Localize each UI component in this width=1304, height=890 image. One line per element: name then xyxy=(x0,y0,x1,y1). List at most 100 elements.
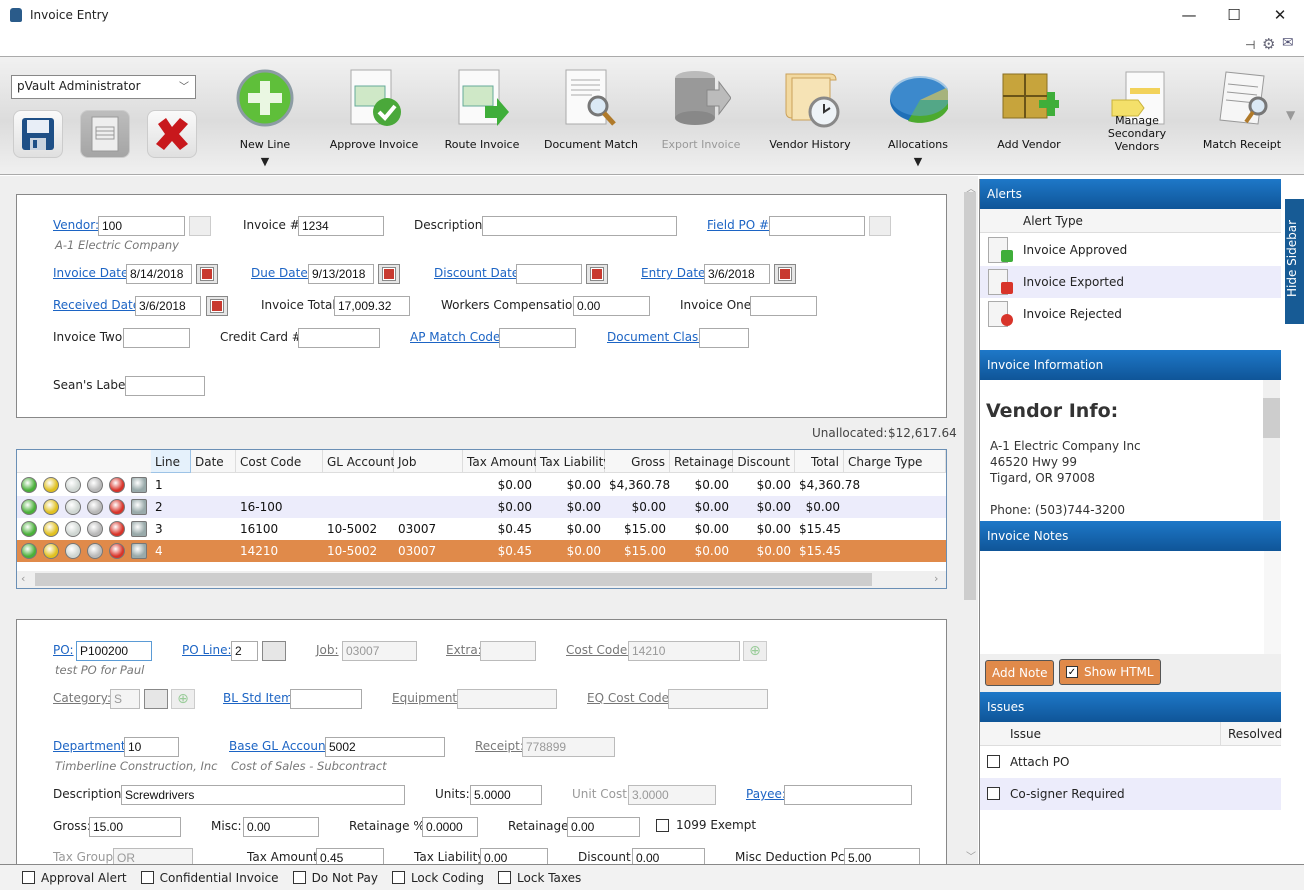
job-input[interactable] xyxy=(342,641,417,661)
add-vendor-button[interactable]: Add Vendor xyxy=(979,62,1079,172)
swap-line-icon[interactable] xyxy=(65,543,81,559)
table-row[interactable]: 4 14210 10-5002 03007 $0.45 $0.00 $15.00 $0.00 $… xyxy=(17,540,946,562)
po-line-input[interactable] xyxy=(231,641,258,661)
calc-help-icon[interactable] xyxy=(131,477,147,493)
cost-code-input[interactable] xyxy=(628,641,740,661)
grid-header-disc[interactable]: Discount xyxy=(733,450,795,473)
user-select[interactable]: pVault Administrator ﹀ xyxy=(11,75,196,99)
misc-input[interactable] xyxy=(243,817,319,837)
discount-date-input[interactable] xyxy=(516,264,582,284)
split-line-icon[interactable] xyxy=(43,543,59,559)
extra-link[interactable]: Extra: xyxy=(446,643,482,657)
grid-header-liab[interactable]: Tax Liability xyxy=(536,450,610,473)
main-vertical-scrollbar[interactable]: ︿ ﹀ xyxy=(962,180,978,864)
option-checkbox[interactable] xyxy=(22,871,35,884)
add-note-button[interactable]: Add Note xyxy=(985,660,1055,686)
issue-checkbox[interactable] xyxy=(987,755,1000,768)
grid-header-gross[interactable]: Gross xyxy=(605,450,670,473)
equipment-link[interactable]: Equipment: xyxy=(392,691,461,705)
scroll-down-icon[interactable]: ﹀ xyxy=(966,848,976,863)
seans-label-input[interactable] xyxy=(125,376,205,396)
split-line-icon[interactable] xyxy=(43,477,59,493)
grid-header-tax[interactable]: Tax Amount xyxy=(463,450,538,473)
scroll-thumb[interactable] xyxy=(964,192,976,600)
allocations-button[interactable]: Allocations ▼ xyxy=(868,62,968,172)
option-checkbox[interactable] xyxy=(391,871,405,884)
grid-header-gl[interactable]: GL Account xyxy=(323,450,395,473)
received-date-input[interactable] xyxy=(135,296,201,316)
add-line-icon[interactable] xyxy=(21,521,37,537)
minimize-button[interactable]: — xyxy=(1171,4,1207,26)
issue-row[interactable]: Attach PO xyxy=(980,746,1281,778)
unit-cost-input[interactable] xyxy=(628,785,716,805)
new-line-button[interactable]: New Line ▼ xyxy=(215,62,315,172)
add-line-icon[interactable] xyxy=(21,543,37,559)
swap-line-icon[interactable] xyxy=(65,477,81,493)
grid-header-cost_code[interactable]: Cost Code xyxy=(236,450,323,473)
bl-std-item-input[interactable] xyxy=(290,689,362,709)
mail-alert-icon[interactable]: ✉ xyxy=(1282,35,1294,51)
option-checkbox[interactable] xyxy=(140,871,154,884)
grid-header-job[interactable]: Job xyxy=(394,450,463,473)
delete-line-icon[interactable] xyxy=(109,521,125,537)
po-link[interactable]: PO: xyxy=(53,643,74,657)
scroll-thumb[interactable] xyxy=(1263,398,1280,438)
manage-secondary-vendors-button[interactable]: Manage Secondary Vendors xyxy=(1087,62,1187,172)
invoice-number-input[interactable] xyxy=(298,216,384,236)
ribbon-scroll-down-icon[interactable]: ▼ xyxy=(1286,108,1295,122)
grid-header-charge[interactable]: Charge Type xyxy=(844,450,946,473)
payee-link[interactable]: Payee: xyxy=(746,787,786,801)
entry-date-link[interactable]: Entry Date: xyxy=(641,266,709,280)
po-line-lookup-icon[interactable] xyxy=(262,641,286,661)
receipt-link[interactable]: Receipt: xyxy=(475,739,524,753)
entry-date-input[interactable] xyxy=(704,264,770,284)
retainage-pct-input[interactable] xyxy=(422,817,478,837)
po-input[interactable] xyxy=(76,641,152,661)
po-line-link[interactable]: PO Line: xyxy=(182,643,232,657)
option-checkbox[interactable] xyxy=(292,871,306,884)
add-line-icon[interactable] xyxy=(21,477,37,493)
due-date-input[interactable] xyxy=(308,264,374,284)
job-link[interactable]: Job: xyxy=(316,643,339,657)
alert-item[interactable]: Invoice Rejected xyxy=(980,298,1281,330)
add-cost-code-icon[interactable]: ⊕ xyxy=(743,641,767,661)
table-row[interactable]: 3 16100 10-5002 03007 $0.45 $0.00 $15.00 $0.00 $… xyxy=(17,518,946,540)
dollar-icon[interactable] xyxy=(87,477,103,493)
vendor-input[interactable] xyxy=(98,216,185,236)
delete-invoice-button[interactable] xyxy=(147,110,197,158)
line-discount-input[interactable] xyxy=(632,848,705,864)
vendor-history-button[interactable]: Vendor History xyxy=(760,62,860,172)
document-class-input[interactable] xyxy=(699,328,749,348)
dollar-icon[interactable] xyxy=(87,543,103,559)
misc-deduction-input[interactable] xyxy=(844,848,920,864)
line-description-input[interactable] xyxy=(121,785,405,805)
dollar-icon[interactable] xyxy=(87,499,103,515)
category-input[interactable] xyxy=(110,689,140,709)
add-line-icon[interactable] xyxy=(21,499,37,515)
table-row[interactable]: 1 $0.00 $0.00 $4,360.78 $0.00 $0.00 $4,360.78 xyxy=(17,474,946,496)
footer-option[interactable]: Lock Taxes xyxy=(498,871,581,885)
grid-header-ret[interactable]: Retainage xyxy=(670,450,735,473)
calc-help-icon[interactable] xyxy=(131,499,147,515)
route-invoice-button[interactable]: Route Invoice xyxy=(432,62,532,172)
delete-line-icon[interactable] xyxy=(109,543,125,559)
base-gl-account-input[interactable] xyxy=(325,737,445,757)
credit-card-input[interactable] xyxy=(298,328,380,348)
calc-help-icon[interactable] xyxy=(131,543,147,559)
alert-item[interactable]: Invoice Approved xyxy=(980,234,1281,266)
cost-code-link[interactable]: Cost Code: xyxy=(566,643,631,657)
split-line-icon[interactable] xyxy=(43,521,59,537)
base-gl-account-link[interactable]: Base GL Account: xyxy=(229,739,334,753)
footer-option[interactable]: Confidential Invoice xyxy=(140,871,279,885)
field-po-link[interactable]: Field PO #: xyxy=(707,218,773,232)
match-receipt-button[interactable]: Match Receipt xyxy=(1194,62,1290,172)
extra-input[interactable] xyxy=(480,641,536,661)
field-po-input[interactable] xyxy=(769,216,865,236)
department-input[interactable] xyxy=(124,737,179,757)
payee-input[interactable] xyxy=(784,785,912,805)
caret-down-icon[interactable]: ▼ xyxy=(215,155,315,168)
approve-invoice-button[interactable]: Approve Invoice xyxy=(324,62,424,172)
retainage-input[interactable] xyxy=(567,817,640,837)
caret-down-icon[interactable]: ▼ xyxy=(868,155,968,168)
grid-header-total[interactable]: Total xyxy=(795,450,844,473)
